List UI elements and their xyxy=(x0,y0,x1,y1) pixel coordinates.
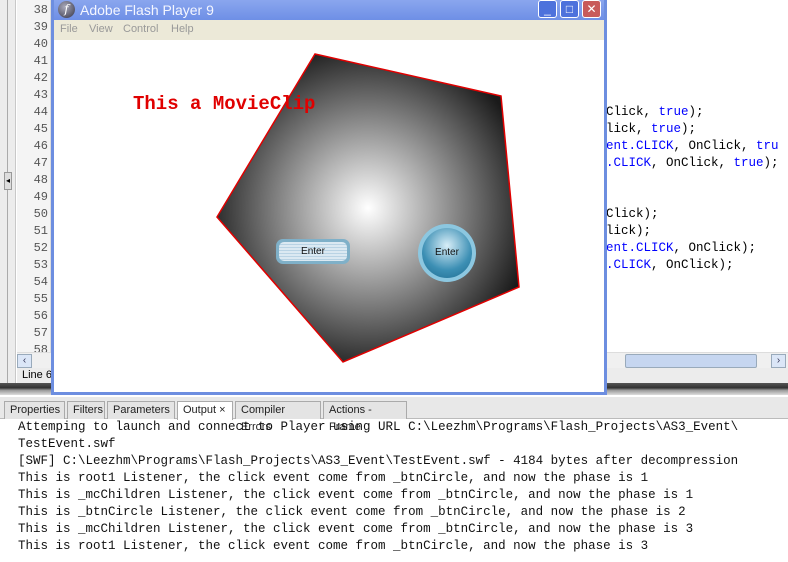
tab-compiler-errors[interactable]: Compiler Errors xyxy=(235,401,321,433)
flash-player-window: f Adobe Flash Player 9 _ □ ✕ File View C… xyxy=(51,0,607,395)
line-number: 48 xyxy=(33,173,48,187)
code-token: ent.CLICK xyxy=(606,241,674,255)
code-line: ent.CLICK, OnClick); xyxy=(606,241,756,255)
line-number: 56 xyxy=(33,309,48,323)
code-line: lick); xyxy=(606,224,651,238)
code-token: Click, xyxy=(606,105,659,119)
output-line: This is _mcChildren Listener, the click … xyxy=(18,488,694,502)
line-number: 47 xyxy=(33,156,48,170)
code-line: .CLICK, OnClick); xyxy=(606,258,734,272)
title-bar[interactable]: f Adobe Flash Player 9 _ □ ✕ xyxy=(54,0,604,20)
code-token: .CLICK xyxy=(606,156,652,170)
line-number: 41 xyxy=(33,54,48,68)
menu-bar: File View Control Help xyxy=(54,20,604,40)
menu-help[interactable]: Help xyxy=(171,23,194,35)
code-token: tru xyxy=(756,139,779,153)
line-number: 39 xyxy=(33,20,48,34)
menu-view[interactable]: View xyxy=(89,23,113,35)
code-token: true xyxy=(733,156,764,170)
line-number: 45 xyxy=(33,122,48,136)
code-token: , OnClick); xyxy=(651,258,734,272)
maximize-button[interactable]: □ xyxy=(560,0,579,18)
tab-actions-frame[interactable]: Actions - Frame xyxy=(323,401,407,433)
output-line: [SWF] C:\Leezhm\Programs\Flash_Projects\… xyxy=(18,454,739,468)
panel-tabs: Properties Filters Parameters Output × Compi… xyxy=(0,397,788,433)
enter-rect-button[interactable]: Enter xyxy=(276,239,350,264)
tab-filters[interactable]: Filters xyxy=(67,401,105,419)
line-number: 49 xyxy=(33,190,48,204)
code-editor[interactable]: Click, true); lick, true); ent.CLICK, OnCl… xyxy=(606,0,788,352)
code-token: true xyxy=(651,122,682,136)
line-number: 53 xyxy=(33,258,48,272)
line-number: 40 xyxy=(33,37,48,51)
code-token: .CLICK xyxy=(606,258,652,272)
line-number: 43 xyxy=(33,88,48,102)
code-line: Click, true); xyxy=(606,105,704,119)
window-title: Adobe Flash Player 9 xyxy=(80,2,214,18)
code-token: ent.CLICK xyxy=(606,139,674,153)
scroll-right-icon[interactable]: › xyxy=(771,354,786,368)
output-line: This is _btnCircle Listener, the click e… xyxy=(18,505,686,519)
output-line: This is root1 Listener, the click event … xyxy=(18,539,649,553)
close-button[interactable]: ✕ xyxy=(582,0,601,18)
line-number: 57 xyxy=(33,326,48,340)
flash-icon: f xyxy=(58,1,75,18)
line-number: 42 xyxy=(33,71,48,85)
line-number: 38 xyxy=(33,3,48,17)
code-line: ent.CLICK, OnClick, tru xyxy=(606,139,779,153)
line-number: 51 xyxy=(33,224,48,238)
scroll-left-icon[interactable]: ‹ xyxy=(17,354,32,368)
code-token: lick); xyxy=(606,224,652,238)
collapse-panel-button[interactable]: ◂ xyxy=(4,172,12,190)
scroll-thumb[interactable] xyxy=(625,354,757,368)
line-numbers: 38 39 40 41 42 43 44 45 46 47 48 49 50 51 52 53 54 55 56 57… xyxy=(17,0,51,357)
code-token: , OnClick, xyxy=(673,139,757,153)
movieclip-text: This a MovieClip xyxy=(133,93,316,115)
output-line: This is root1 Listener, the click event … xyxy=(18,471,649,485)
code-token: ); xyxy=(763,156,779,170)
output-line: TestEvent.swf xyxy=(18,437,116,451)
line-number: 55 xyxy=(33,292,48,306)
code-token: Click); xyxy=(606,207,659,221)
tab-parameters[interactable]: Parameters xyxy=(107,401,175,419)
code-line: lick, true); xyxy=(606,122,696,136)
flash-stage: This a MovieClip Enter Enter xyxy=(54,40,604,392)
tab-output[interactable]: Output × xyxy=(177,401,233,420)
line-number: 50 xyxy=(33,207,48,221)
line-number: 46 xyxy=(33,139,48,153)
code-token: true xyxy=(658,105,689,119)
code-line: .CLICK, OnClick, true); xyxy=(606,156,779,170)
code-token: ); xyxy=(681,122,697,136)
left-dock-gutter: ◂ xyxy=(0,0,16,383)
enter-circle-label: Enter xyxy=(422,228,472,278)
menu-file[interactable]: File xyxy=(60,23,78,35)
enter-circle-button[interactable]: Enter xyxy=(418,224,476,282)
output-panel: Attemping to launch and connect to Playe… xyxy=(18,419,738,555)
line-number: 52 xyxy=(33,241,48,255)
code-token: , OnClick); xyxy=(673,241,757,255)
line-number: 44 xyxy=(33,105,48,119)
tab-properties[interactable]: Properties xyxy=(4,401,65,419)
menu-control[interactable]: Control xyxy=(123,23,158,35)
output-line: Attemping to launch and connect to Playe… xyxy=(18,420,739,434)
code-token: lick, xyxy=(606,122,652,136)
code-token: , OnClick, xyxy=(651,156,734,170)
line-number: 54 xyxy=(33,275,48,289)
code-token: ); xyxy=(688,105,704,119)
code-line: Click); xyxy=(606,207,659,221)
minimize-button[interactable]: _ xyxy=(538,0,557,18)
output-line: This is _mcChildren Listener, the click … xyxy=(18,522,694,536)
enter-rect-label: Enter xyxy=(279,242,347,261)
